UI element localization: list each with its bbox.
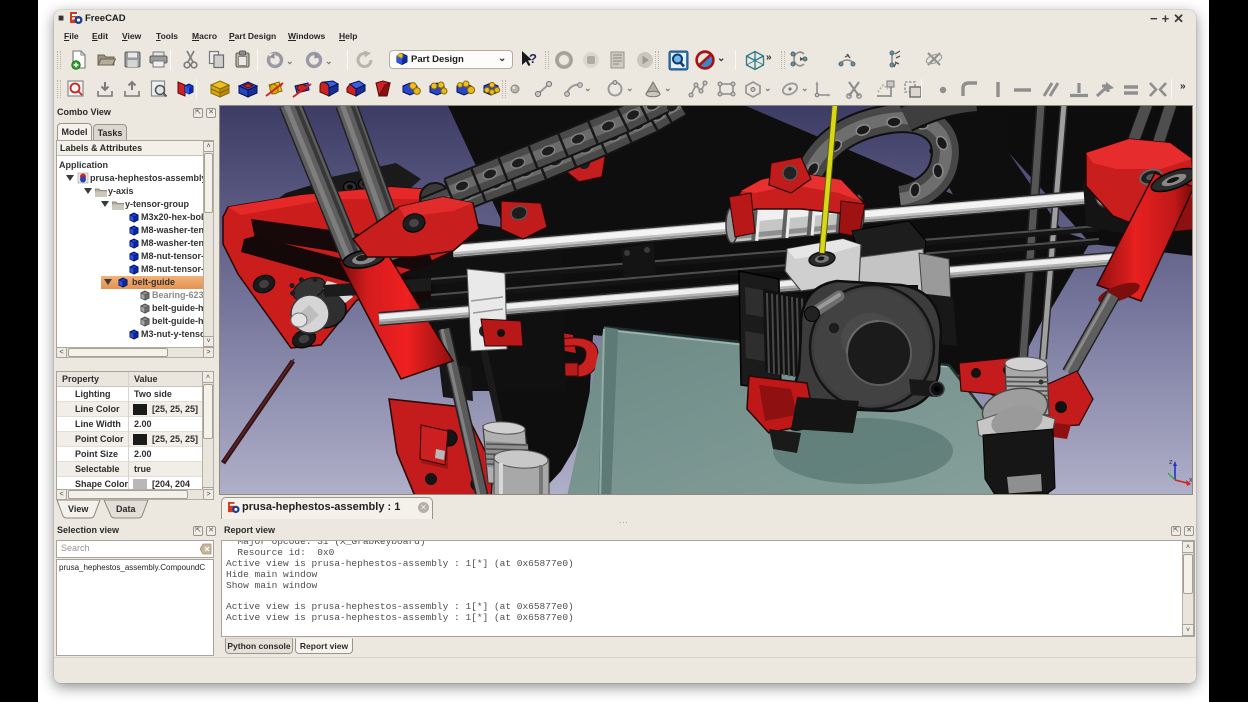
- svg-text:Data: Data: [116, 504, 137, 514]
- svg-text:x: x: [1189, 477, 1193, 484]
- svg-text:?: ?: [529, 51, 537, 66]
- svg-text:z: z: [1169, 459, 1173, 466]
- svg-text:View: View: [68, 504, 89, 514]
